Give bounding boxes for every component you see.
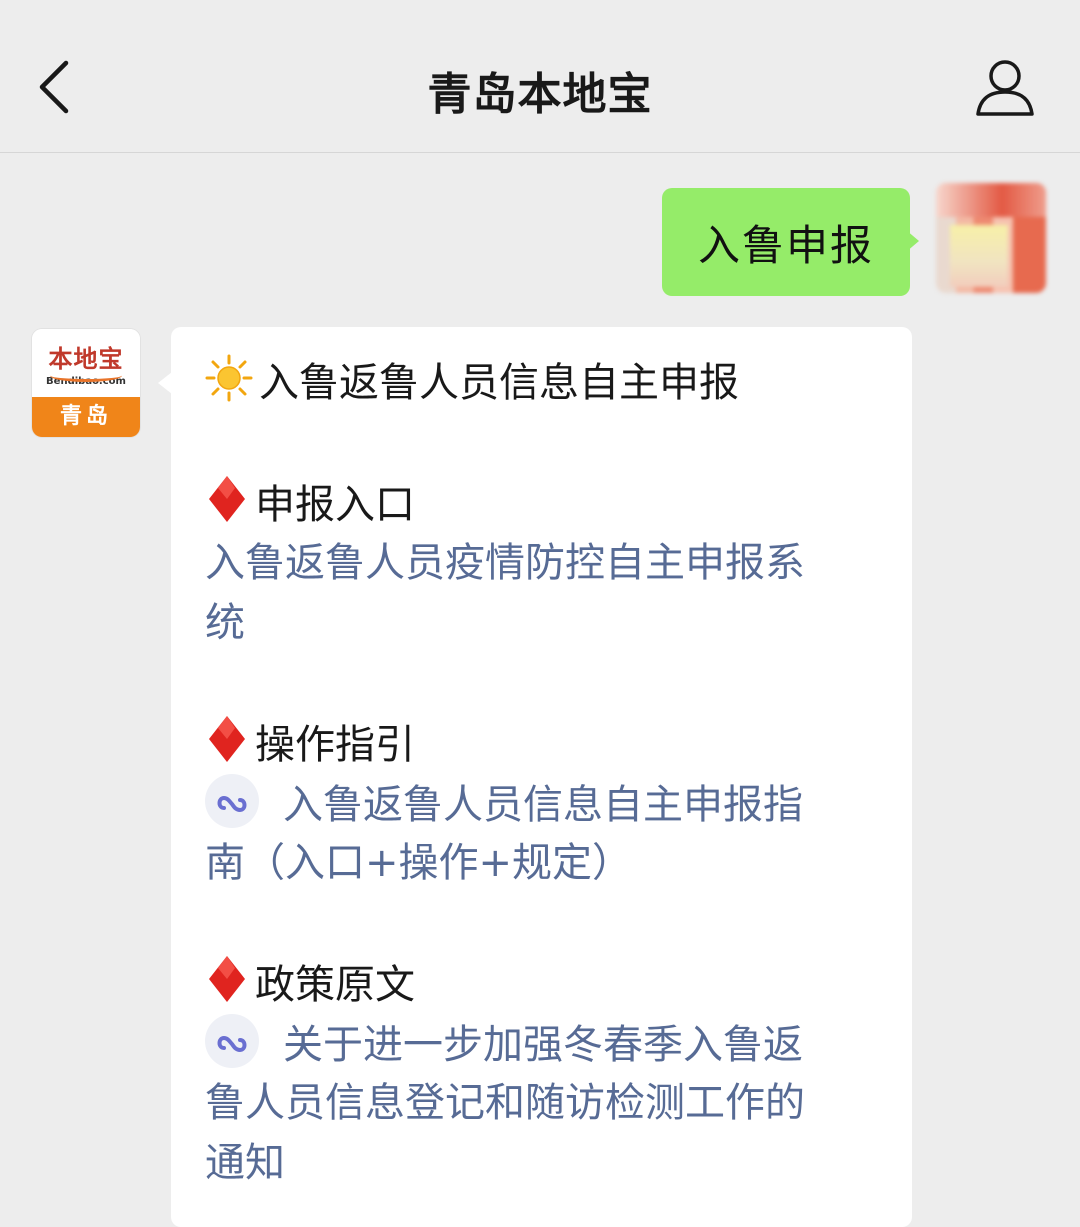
section-heading-text: 操作指引 xyxy=(255,722,415,768)
bendibao-logo: 本地宝 Bendibao.com xyxy=(32,329,140,397)
chat-profile-button[interactable] xyxy=(972,56,1038,122)
link-policy-line-3[interactable]: 通知 xyxy=(205,1134,285,1192)
avatar-blur-top xyxy=(936,183,1046,217)
link-policy-line-2[interactable]: 鲁人员信息登记和随访检测工作的 xyxy=(205,1074,805,1132)
section-heading-text: 政策原文 xyxy=(255,962,415,1008)
nav-bar: 青岛本地宝 xyxy=(0,0,1080,153)
bot-avatar[interactable]: 本地宝 Bendibao.com 青岛 xyxy=(32,329,140,437)
red-diamond-icon xyxy=(205,954,249,1020)
section-heading-text: 申报入口 xyxy=(255,482,415,528)
message-title: 入鲁返鲁人员信息自主申报 xyxy=(259,360,739,406)
link-text[interactable]: 关于进一步加强冬春季入鲁返 xyxy=(283,1022,803,1068)
logo-swoosh xyxy=(50,369,122,382)
outgoing-message-bubble[interactable]: 入鲁申报 xyxy=(662,188,910,296)
avatar-blur-center xyxy=(950,225,1008,287)
link-text[interactable]: 入鲁返鲁人员疫情防控自主申报系 xyxy=(205,540,805,586)
logo-city-label: 青岛 xyxy=(32,397,140,437)
outgoing-bubble-tail xyxy=(906,230,919,252)
user-avatar[interactable] xyxy=(936,183,1046,293)
link-text[interactable]: 鲁人员信息登记和随访检测工作的 xyxy=(205,1080,805,1126)
link-entry-line-1[interactable]: 入鲁返鲁人员疫情防控自主申报系 xyxy=(205,534,805,592)
link-guide-line-1[interactable]: 入鲁返鲁人员信息自主申报指 xyxy=(205,774,803,834)
outgoing-message-text: 入鲁申报 xyxy=(697,220,874,270)
sun-icon xyxy=(205,354,253,418)
link-entry-line-2[interactable]: 统 xyxy=(205,594,245,652)
section-heading-guide: 操作指引 xyxy=(205,714,415,780)
mini-program-icon xyxy=(205,1014,259,1068)
link-text[interactable]: 南（入口+操作+规定） xyxy=(205,840,632,886)
section-heading-entry: 申报入口 xyxy=(205,474,415,540)
red-diamond-icon xyxy=(205,474,249,540)
link-guide-line-2[interactable]: 南（入口+操作+规定） xyxy=(205,834,632,892)
incoming-bubble-tail xyxy=(158,372,172,394)
person-icon xyxy=(976,60,1034,116)
link-policy-line-1[interactable]: 关于进一步加强冬春季入鲁返 xyxy=(205,1014,803,1074)
mini-program-icon xyxy=(205,774,259,828)
red-diamond-icon xyxy=(205,714,249,780)
section-heading-policy: 政策原文 xyxy=(205,954,415,1020)
link-text[interactable]: 入鲁返鲁人员信息自主申报指 xyxy=(283,782,803,828)
link-text[interactable]: 通知 xyxy=(205,1140,285,1186)
message-title-line: 入鲁返鲁人员信息自主申报 xyxy=(205,354,739,418)
link-text[interactable]: 统 xyxy=(205,600,245,646)
page-title: 青岛本地宝 xyxy=(427,69,653,120)
